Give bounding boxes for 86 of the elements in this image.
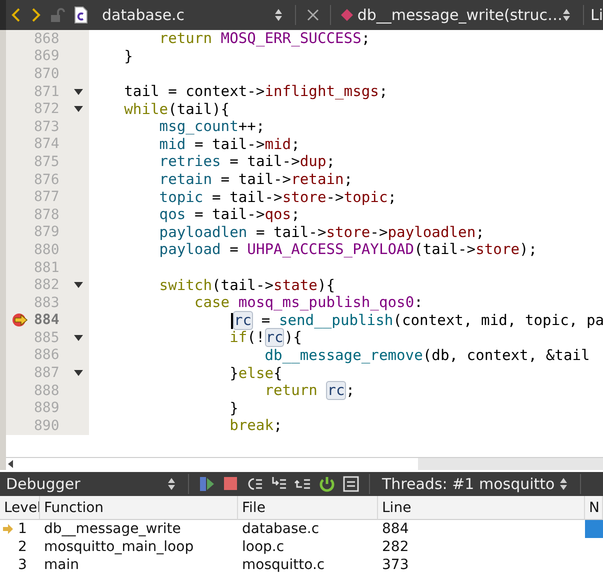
line-number: 875: [34, 154, 60, 170]
table-cell: main: [44, 557, 79, 573]
line-number: 882: [34, 277, 60, 294]
code-line: return MOSQ_ERR_SUCCESS;: [158, 30, 370, 48]
code-line: if(!rc){: [228, 329, 302, 346]
code-line: while(tail){: [123, 100, 230, 118]
fold-icon[interactable]: [74, 370, 83, 376]
code-line: }else{: [228, 364, 282, 382]
table-cell: db__message_write: [44, 521, 181, 537]
fold-icon[interactable]: [74, 88, 83, 95]
diamond-icon: [341, 9, 354, 21]
log-icon[interactable]: [342, 475, 360, 493]
table-cell: mosquitto.c: [242, 557, 325, 573]
column-header[interactable]: Function: [40, 496, 238, 520]
table-cell: 3: [18, 557, 27, 573]
c-file-icon: [74, 6, 88, 24]
line-number: 872: [34, 101, 60, 118]
view-selector[interactable]: Debugger: [6, 475, 80, 493]
code-line: payloadlen = tail->store->payloadlen;: [158, 224, 484, 241]
line-number: 886: [34, 347, 60, 364]
code-line: case mosq_ms_publish_qos0:: [193, 294, 423, 312]
code-line: return rc;: [264, 382, 355, 400]
line-number: 885: [34, 330, 60, 346]
scroll-left-icon[interactable]: [6, 458, 16, 470]
table-cell: mosquitto_main_loop: [44, 539, 194, 555]
stop-icon[interactable]: [222, 475, 240, 493]
code-line: tail = context->inflight_msgs;: [123, 83, 388, 100]
column-header[interactable]: File: [238, 496, 378, 520]
line-number: 881: [34, 260, 60, 276]
code-line: }: [228, 400, 238, 417]
line-number: 874: [34, 136, 60, 152]
column-header[interactable]: N: [585, 496, 603, 520]
line-number: 873: [34, 118, 60, 135]
line-number: 888: [34, 382, 60, 399]
updown-icon: [274, 8, 284, 22]
code-line: topic = tail->store->topic;: [158, 188, 397, 206]
code-line: msg_count++;: [158, 118, 265, 136]
line-number: 868: [34, 30, 60, 47]
code-line: mid = tail->mid;: [158, 136, 300, 153]
line-number: 887: [34, 365, 60, 382]
table-cell: loop.c: [242, 539, 284, 555]
selected-cell: [585, 520, 603, 538]
line-number: 870: [34, 66, 60, 82]
fold-icon[interactable]: [74, 334, 83, 341]
threads-selector[interactable]: Threads: #1 mosquitto: [382, 475, 555, 493]
function-name[interactable]: db__message_write(struc…: [357, 6, 562, 24]
table-cell: 373: [382, 557, 409, 573]
back-icon[interactable]: [10, 7, 22, 23]
line-number: 880: [34, 242, 60, 258]
table-cell: database.c: [242, 521, 320, 537]
updown-icon: [562, 8, 572, 22]
code-line: payload = UHPA_ACCESS_PAYLOAD(tail->store);: [158, 241, 538, 258]
close-icon[interactable]: [306, 8, 320, 22]
line-number: 890: [34, 418, 60, 434]
forward-icon[interactable]: [30, 7, 42, 23]
fold-icon[interactable]: [74, 106, 83, 112]
fold-icon[interactable]: [74, 282, 83, 288]
line-number: 879: [34, 224, 60, 240]
line-number: 871: [34, 84, 60, 100]
code-line: retries = tail->dup;: [158, 153, 336, 170]
restart-icon[interactable]: [318, 475, 336, 493]
updown-icon: [559, 477, 568, 491]
table-cell: 1: [18, 521, 27, 537]
table-cell: 2: [18, 539, 27, 555]
table-cell: 282: [382, 539, 409, 555]
code-line: switch(tail->state){: [158, 276, 336, 294]
lock-icon: [50, 7, 66, 23]
line-number: 889: [34, 400, 60, 416]
code-line: rc = send__publish(context, mid, topic, pa: [89, 312, 603, 329]
code-line: }: [123, 48, 133, 65]
continue-icon[interactable]: [198, 475, 216, 493]
code-line: retain = tail->retain;: [158, 171, 353, 188]
line-number: 883: [34, 294, 60, 311]
column-header[interactable]: Line: [378, 496, 585, 520]
line-number: 884: [34, 312, 60, 328]
code-line: qos = tail->qos;: [158, 206, 300, 224]
updown-icon: [167, 477, 176, 491]
code-line: break;: [228, 417, 282, 434]
code-line: db__message_remove(db, context, &tail: [264, 346, 590, 364]
file-name[interactable]: database.c: [102, 6, 185, 24]
line-number: 877: [34, 189, 60, 206]
line-number: 878: [34, 206, 60, 223]
toolbar-label: Li: [590, 6, 603, 24]
table-cell: 884: [382, 521, 409, 537]
line-number: 876: [34, 172, 60, 188]
line-number: 869: [34, 48, 60, 64]
